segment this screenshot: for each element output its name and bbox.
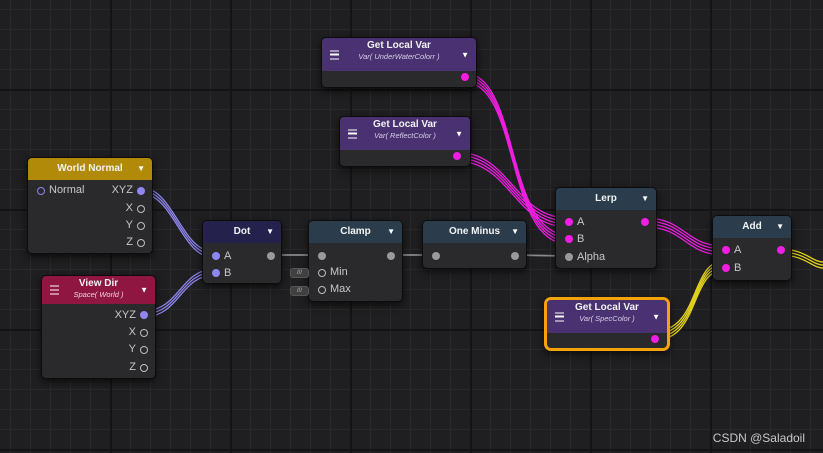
node-header[interactable]: Get Local Var Var( ReflectColor ) ▼ bbox=[340, 117, 470, 150]
node-view-dir[interactable]: View Dir Space( World ) ▼ XYZ X Y Z bbox=[41, 275, 156, 379]
hamburger-icon[interactable] bbox=[330, 50, 339, 59]
node-title: Get Local Var bbox=[575, 302, 639, 313]
node-header[interactable]: World Normal ▼ bbox=[28, 158, 152, 180]
port-label: A bbox=[224, 250, 232, 262]
node-subtitle: Var( UnderWaterColorr ) bbox=[358, 52, 440, 61]
output-port[interactable] bbox=[511, 252, 519, 260]
node-dot[interactable]: Dot ▼ A B bbox=[202, 220, 282, 284]
node-title: One Minus bbox=[448, 226, 501, 237]
triangle-down-icon[interactable]: ▼ bbox=[461, 50, 469, 59]
input-port-max[interactable] bbox=[318, 286, 326, 294]
input-port-a[interactable] bbox=[565, 218, 573, 226]
output-port-x[interactable] bbox=[137, 205, 145, 213]
triangle-down-icon[interactable]: ▼ bbox=[652, 312, 660, 321]
triangle-down-icon[interactable]: ▼ bbox=[140, 286, 148, 295]
watermark: CSDN @Saladoil bbox=[712, 431, 805, 445]
triangle-down-icon[interactable]: ▼ bbox=[776, 216, 784, 238]
node-subtitle: Var( SpecColor ) bbox=[579, 314, 635, 323]
node-header[interactable]: Dot ▼ bbox=[203, 221, 281, 243]
node-add[interactable]: Add ▼ A B bbox=[712, 215, 792, 281]
node-title: Get Local Var bbox=[367, 40, 431, 51]
output-port-x[interactable] bbox=[140, 329, 148, 337]
node-get-local-var-reflect[interactable]: Get Local Var Var( ReflectColor ) ▼ bbox=[339, 116, 471, 167]
input-port-normal[interactable] bbox=[37, 187, 45, 195]
node-title: Lerp bbox=[595, 193, 617, 204]
node-header[interactable]: Add ▼ bbox=[713, 216, 791, 238]
node-header[interactable]: Get Local Var Var( SpecColor ) ▼ bbox=[547, 300, 667, 333]
node-header[interactable]: Clamp ▼ bbox=[309, 221, 402, 243]
node-title: Clamp bbox=[340, 226, 371, 237]
output-port[interactable] bbox=[461, 73, 469, 81]
input-port-min[interactable] bbox=[318, 269, 326, 277]
hamburger-icon[interactable] bbox=[50, 285, 59, 295]
input-port-b[interactable] bbox=[212, 269, 220, 277]
input-port-b[interactable] bbox=[565, 235, 573, 243]
port-label: X bbox=[128, 326, 136, 338]
node-header[interactable]: One Minus ▼ bbox=[423, 221, 526, 243]
port-label: Z bbox=[126, 236, 133, 248]
output-port[interactable] bbox=[641, 218, 649, 226]
node-title: World Normal bbox=[57, 163, 123, 174]
hamburger-icon[interactable] bbox=[555, 312, 564, 321]
port-label: B bbox=[734, 262, 742, 274]
input-port-value[interactable] bbox=[318, 252, 326, 260]
output-port[interactable] bbox=[651, 335, 659, 343]
input-port-a[interactable] bbox=[722, 246, 730, 254]
output-port-xyz[interactable] bbox=[140, 311, 148, 319]
hamburger-icon[interactable] bbox=[348, 129, 357, 138]
triangle-down-icon[interactable]: ▼ bbox=[511, 221, 519, 243]
value-badge-icon[interactable]: /// bbox=[290, 268, 309, 278]
output-port[interactable] bbox=[267, 252, 275, 260]
output-port-z[interactable] bbox=[137, 239, 145, 247]
triangle-down-icon[interactable]: ▼ bbox=[266, 221, 274, 243]
node-header[interactable]: View Dir Space( World ) ▼ bbox=[42, 276, 155, 304]
input-port-b[interactable] bbox=[722, 264, 730, 272]
triangle-down-icon[interactable]: ▼ bbox=[641, 188, 649, 210]
port-label: X bbox=[125, 202, 133, 214]
triangle-down-icon[interactable]: ▼ bbox=[455, 129, 463, 138]
port-label: Min bbox=[330, 266, 348, 278]
node-clamp[interactable]: Clamp ▼ Min Max bbox=[308, 220, 403, 302]
value-badge-icon[interactable]: /// bbox=[290, 286, 309, 296]
input-port-alpha[interactable] bbox=[565, 253, 573, 261]
input-port[interactable] bbox=[432, 252, 440, 260]
port-label: XYZ bbox=[111, 184, 133, 196]
output-port[interactable] bbox=[387, 252, 395, 260]
node-header[interactable]: Lerp ▼ bbox=[556, 188, 656, 210]
node-lerp[interactable]: Lerp ▼ A B Alpha bbox=[555, 187, 657, 269]
port-label: Alpha bbox=[577, 251, 606, 263]
port-label: Max bbox=[330, 283, 351, 295]
output-port-xyz[interactable] bbox=[137, 187, 145, 195]
wire-reflect-to-lerp-a bbox=[455, 154, 569, 222]
node-title: Dot bbox=[233, 226, 251, 237]
node-subtitle: Var( ReflectColor ) bbox=[374, 131, 436, 140]
output-port[interactable] bbox=[453, 152, 461, 160]
port-label: Z bbox=[129, 361, 136, 373]
port-label: Y bbox=[128, 343, 136, 355]
port-label: Normal bbox=[49, 184, 85, 196]
port-label: A bbox=[577, 216, 585, 228]
output-port-y[interactable] bbox=[137, 222, 145, 230]
node-header[interactable]: Get Local Var Var( UnderWaterColorr ) ▼ bbox=[322, 38, 476, 71]
node-title: Add bbox=[742, 221, 762, 232]
node-world-normal[interactable]: World Normal ▼ Normal XYZ X Y Z bbox=[27, 157, 153, 254]
port-label: B bbox=[224, 267, 232, 279]
port-label: Y bbox=[125, 219, 133, 231]
output-port-y[interactable] bbox=[140, 346, 148, 354]
wire-underwater-to-lerp-b bbox=[463, 75, 569, 239]
port-label: XYZ bbox=[114, 309, 136, 321]
node-one-minus[interactable]: One Minus ▼ bbox=[422, 220, 527, 269]
node-get-local-var-spec[interactable]: Get Local Var Var( SpecColor ) ▼ bbox=[544, 297, 670, 351]
node-title: Get Local Var bbox=[373, 119, 437, 130]
port-label: A bbox=[734, 244, 742, 256]
triangle-down-icon[interactable]: ▼ bbox=[387, 221, 395, 243]
port-label: B bbox=[577, 233, 585, 245]
triangle-down-icon[interactable]: ▼ bbox=[137, 158, 145, 180]
output-port[interactable] bbox=[777, 246, 785, 254]
output-port-z[interactable] bbox=[140, 364, 148, 372]
node-get-local-var-underwater[interactable]: Get Local Var Var( UnderWaterColorr ) ▼ bbox=[321, 37, 477, 88]
input-port-a[interactable] bbox=[212, 252, 220, 260]
